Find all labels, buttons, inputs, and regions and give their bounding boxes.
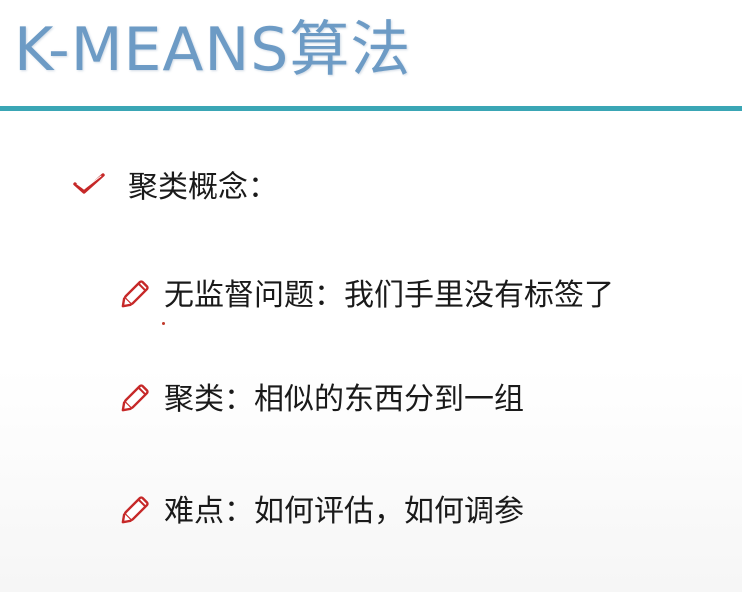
sub-item-text: 聚类：相似的东西分到一组 <box>164 382 524 417</box>
bullet-item: 聚类概念： <box>72 162 278 206</box>
sub-item: 难点：如何评估，如何调参 <box>120 486 524 530</box>
slide: K-MEANS算法 聚类概念： 无监督问题：我们手里没有标签了 聚类：相似的东西… <box>0 0 742 592</box>
pencil-icon <box>120 275 154 309</box>
title-divider <box>0 106 742 111</box>
sub-item: 无监督问题：我们手里没有标签了 <box>120 270 614 314</box>
stray-dot <box>162 322 165 325</box>
sub-item-text: 难点：如何评估，如何调参 <box>164 494 524 529</box>
sub-item-text: 无监督问题：我们手里没有标签了 <box>164 278 614 313</box>
check-icon <box>72 171 106 197</box>
slide-title: K-MEANS算法 <box>14 15 412 85</box>
pencil-icon <box>120 491 154 525</box>
sub-item: 聚类：相似的东西分到一组 <box>120 374 524 418</box>
bullet-label: 聚类概念： <box>128 170 278 205</box>
pencil-icon <box>120 379 154 413</box>
